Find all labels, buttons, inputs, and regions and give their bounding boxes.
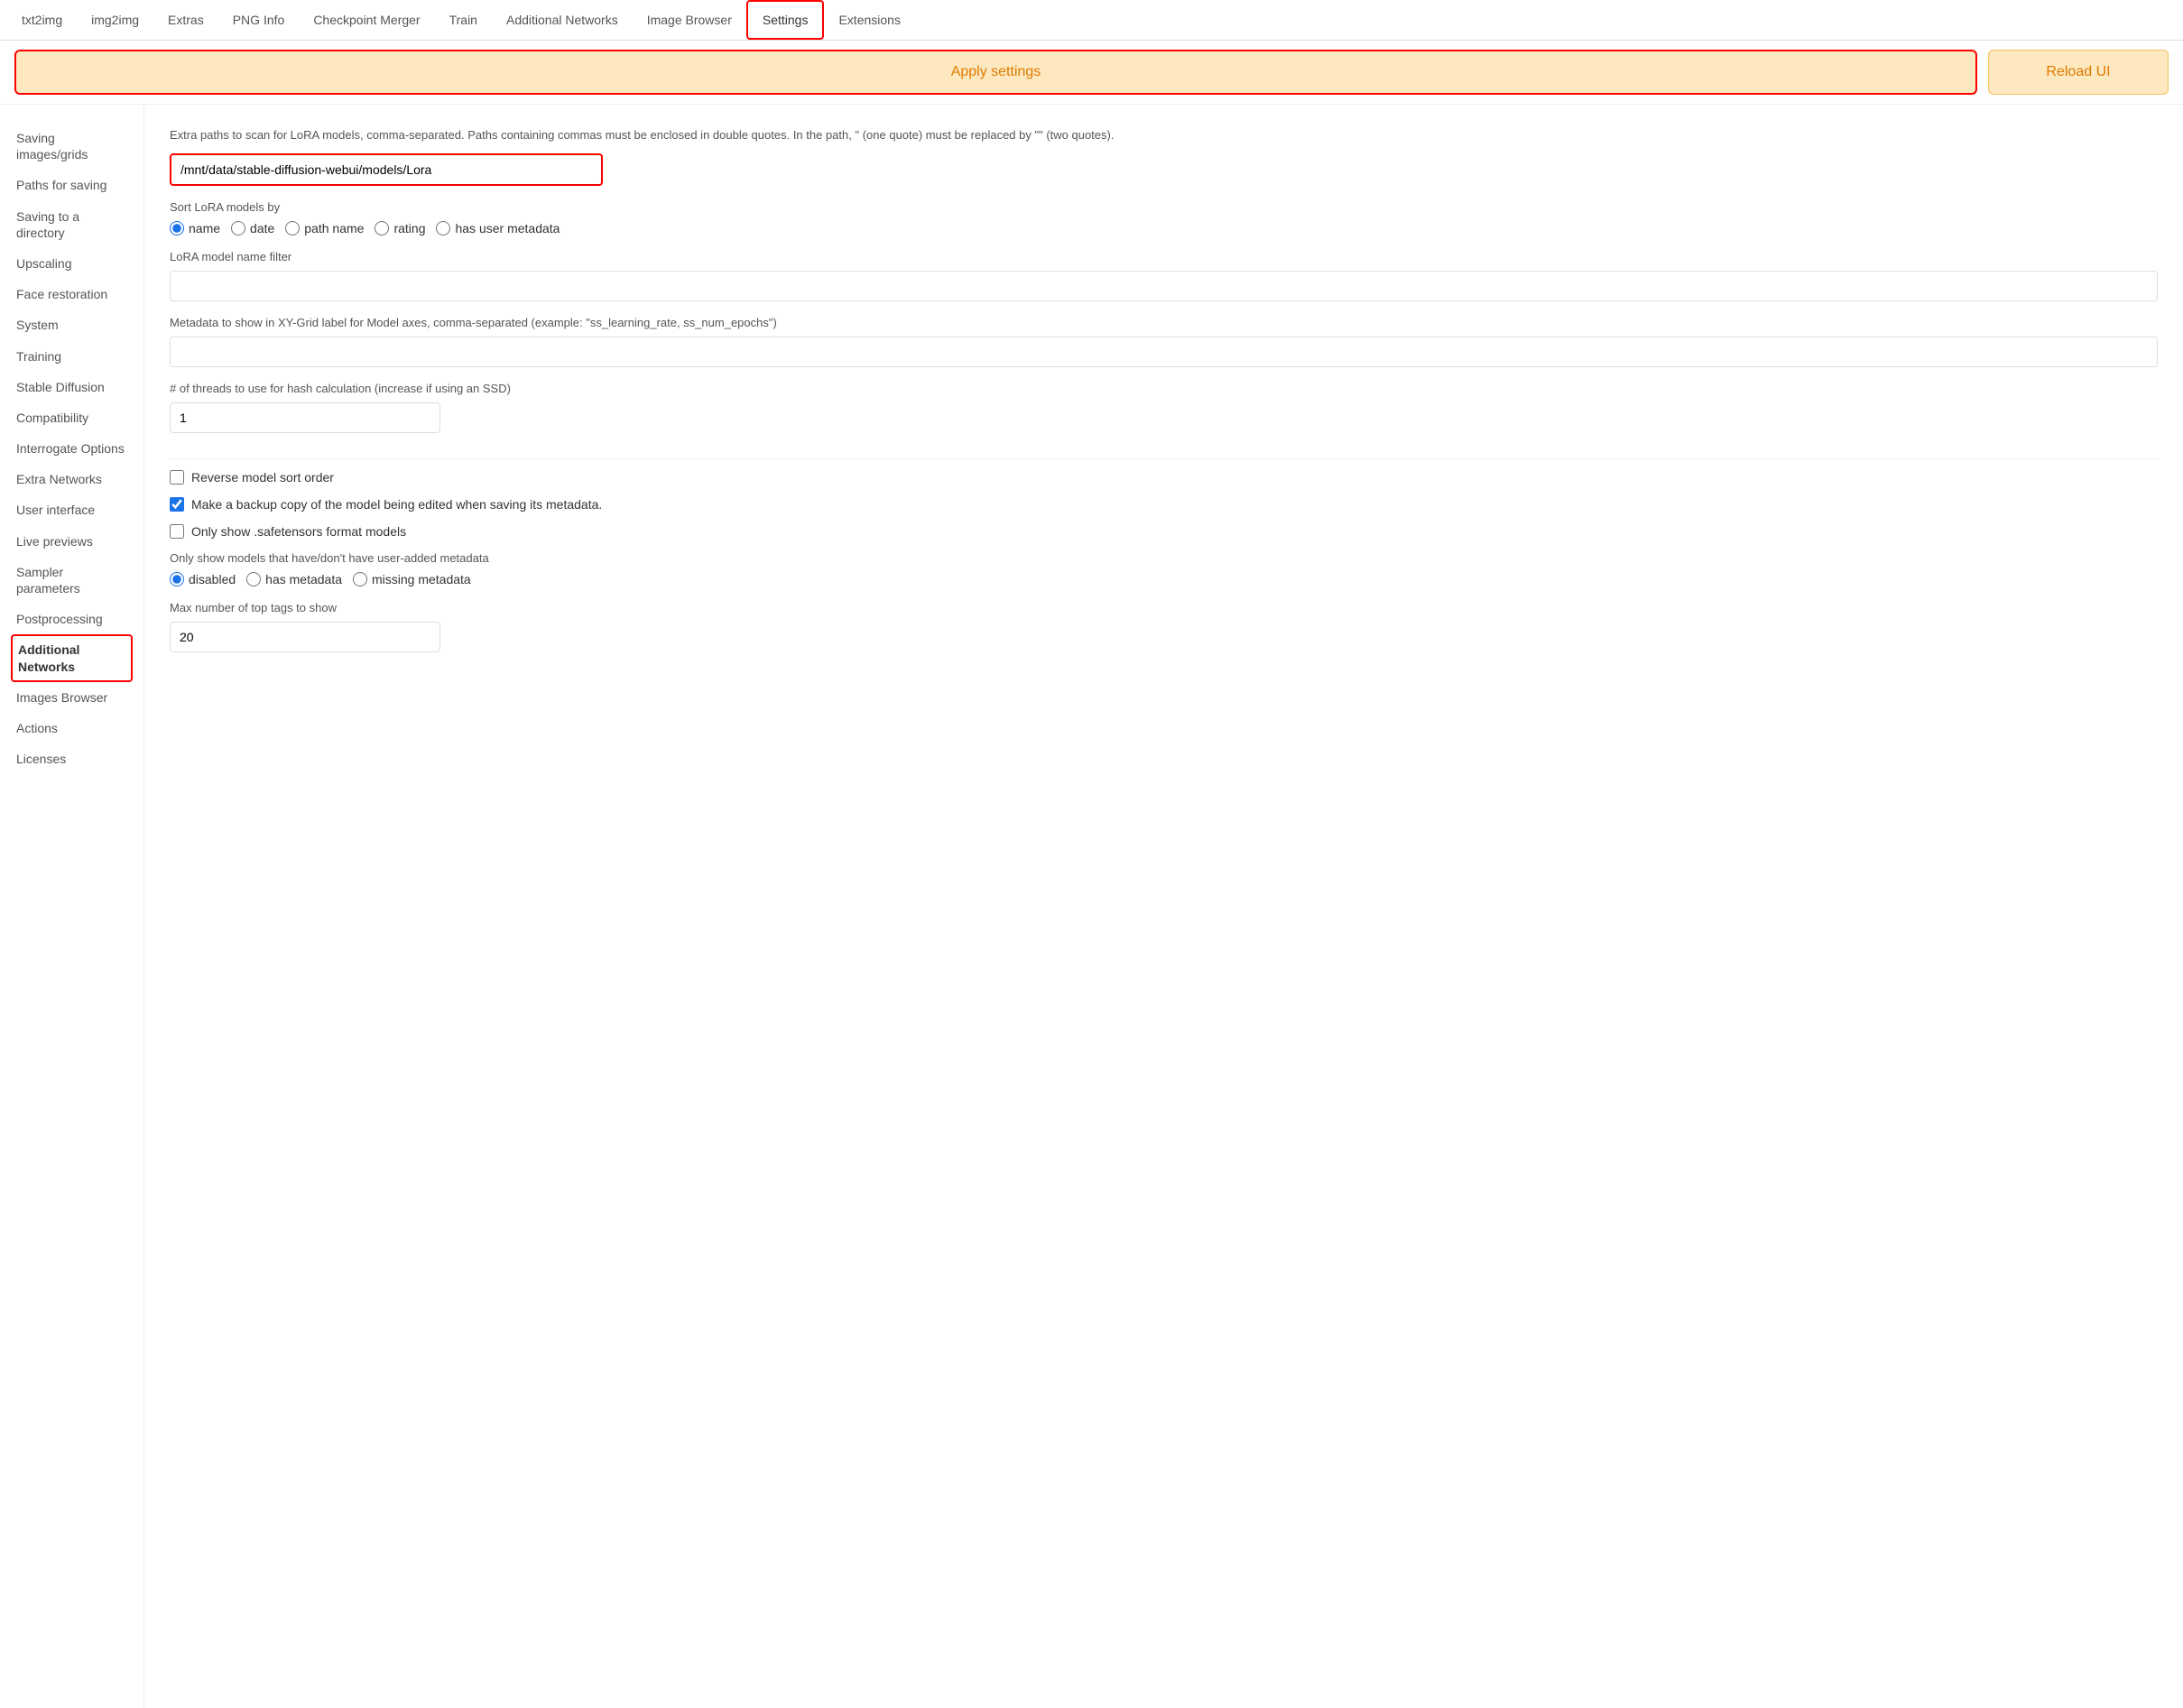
settings-content: Extra paths to scan for LoRA models, com… [144,105,2183,1708]
sort-by-path-name[interactable]: path name [285,221,364,235]
sidebar-item-actions[interactable]: Actions [11,713,133,743]
sort-name-label: name [189,221,220,235]
safetensors-label: Only show .safetensors format models [191,524,406,539]
reverse-sort-label: Reverse model sort order [191,470,334,485]
sort-by-date[interactable]: date [231,221,274,235]
action-bar: Apply settings Reload UI [0,41,2183,105]
sort-by-radio-group: name date path name rating has user meta… [170,221,2158,235]
sidebar-item-training[interactable]: Training [11,341,133,372]
sidebar-item-sampler-parameters[interactable]: Sampler parameters [11,557,133,604]
lora-paths-description: Extra paths to scan for LoRA models, com… [170,126,2158,144]
sidebar-item-user-interface[interactable]: User interface [11,494,133,525]
nav-item-txt2img[interactable]: txt2img [7,2,77,38]
metadata-filter-missing-metadata[interactable]: missing metadata [353,572,471,586]
metadata-filter-label: Only show models that have/don't have us… [170,551,2158,565]
sort-by-user-metadata[interactable]: has user metadata [436,221,560,235]
reload-ui-button[interactable]: Reload UI [1988,50,2169,95]
safetensors-checkbox[interactable] [170,524,184,539]
sidebar-item-interrogate-options[interactable]: Interrogate Options [11,433,133,464]
sidebar-item-saving-images[interactable]: Saving images/grids [11,123,133,170]
lora-name-filter-input[interactable] [170,271,2158,301]
backup-copy-checkbox[interactable] [170,497,184,512]
nav-item-train[interactable]: Train [435,2,492,38]
sort-by-label: Sort LoRA models by [170,200,2158,214]
sort-rating-label: rating [393,221,425,235]
sort-by-name[interactable]: name [170,221,220,235]
metadata-filter-disabled[interactable]: disabled [170,572,236,586]
nav-item-extensions[interactable]: Extensions [824,2,914,38]
sort-path-name-label: path name [304,221,364,235]
apply-settings-button[interactable]: Apply settings [14,50,1977,95]
reverse-sort-checkbox[interactable] [170,470,184,485]
sidebar-item-postprocessing[interactable]: Postprocessing [11,604,133,634]
safetensors-row: Only show .safetensors format models [170,524,2158,539]
sort-user-metadata-label: has user metadata [455,221,560,235]
sidebar-item-additional-networks[interactable]: Additional Networks [11,634,133,681]
sidebar: Saving images/grids Paths for saving Sav… [0,105,144,1708]
divider-1 [170,458,2158,459]
sidebar-item-stable-diffusion[interactable]: Stable Diffusion [11,372,133,402]
sidebar-item-licenses[interactable]: Licenses [11,743,133,774]
sort-by-rating[interactable]: rating [375,221,425,235]
sidebar-item-extra-networks[interactable]: Extra Networks [11,464,133,494]
nav-item-extras[interactable]: Extras [153,2,218,38]
reverse-sort-row: Reverse model sort order [170,470,2158,485]
name-filter-label: LoRA model name filter [170,250,2158,263]
metadata-xygrid-label: Metadata to show in XY-Grid label for Mo… [170,316,2158,329]
nav-item-img2img[interactable]: img2img [77,2,153,38]
threads-label: # of threads to use for hash calculation… [170,382,2158,395]
nav-item-additional-networks[interactable]: Additional Networks [492,2,633,38]
nav-item-pnginfo[interactable]: PNG Info [218,2,300,38]
top-tags-label: Max number of top tags to show [170,601,2158,614]
sidebar-item-system[interactable]: System [11,309,133,340]
metadata-filter-disabled-label: disabled [189,572,236,586]
sidebar-item-face-restoration[interactable]: Face restoration [11,279,133,309]
metadata-filter-has-metadata[interactable]: has metadata [246,572,342,586]
top-nav: txt2img img2img Extras PNG Info Checkpoi… [0,0,2183,41]
sort-date-label: date [250,221,274,235]
metadata-filter-missing-label: missing metadata [372,572,471,586]
top-tags-input[interactable] [170,622,440,652]
backup-copy-label: Make a backup copy of the model being ed… [191,497,602,512]
sidebar-item-compatibility[interactable]: Compatibility [11,402,133,433]
nav-item-settings[interactable]: Settings [746,0,825,40]
threads-input[interactable] [170,402,440,433]
metadata-filter-has-label: has metadata [265,572,342,586]
backup-copy-row: Make a backup copy of the model being ed… [170,497,2158,512]
sidebar-item-saving-to-directory[interactable]: Saving to a directory [11,201,133,248]
nav-item-checkpoint[interactable]: Checkpoint Merger [299,2,434,38]
sidebar-item-images-browser[interactable]: Images Browser [11,682,133,713]
metadata-xygrid-input[interactable] [170,337,2158,367]
main-layout: Saving images/grids Paths for saving Sav… [0,105,2183,1708]
sidebar-item-live-previews[interactable]: Live previews [11,526,133,557]
sidebar-item-paths-for-saving[interactable]: Paths for saving [11,170,133,200]
sidebar-item-upscaling[interactable]: Upscaling [11,248,133,279]
lora-paths-input[interactable] [170,153,603,186]
nav-item-image-browser[interactable]: Image Browser [633,2,746,38]
metadata-filter-radio-group: disabled has metadata missing metadata [170,572,2158,586]
